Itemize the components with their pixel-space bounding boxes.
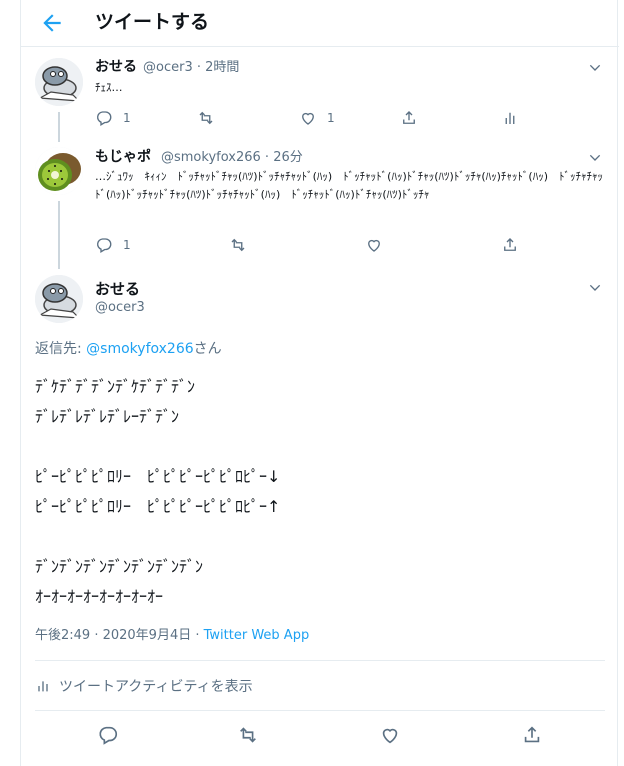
timestamp-text[interactable]: 午後2:49 · 2020年9月4日 · — [35, 628, 204, 643]
main-tweet-line: ﾋﾟｰﾋﾟﾋﾟﾋﾟﾛﾘｰ ﾋﾟﾋﾟﾋﾟｰﾋﾟﾋﾟﾛﾋﾟｰ↓ — [35, 467, 281, 486]
tweet-activity-link[interactable]: ツイートアクティビティを表示 — [35, 676, 253, 696]
retweet-icon — [199, 111, 213, 125]
back-arrow-icon[interactable] — [39, 10, 65, 36]
reply-icon — [97, 111, 112, 126]
main-tweet-line: ﾋﾟｰﾋﾟﾋﾟﾋﾟﾛﾘｰ ﾋﾟﾋﾟﾋﾟｰﾋﾟﾋﾟﾛﾋﾟｰ↑ — [35, 497, 281, 516]
avatar[interactable] — [35, 58, 83, 106]
reply-button[interactable]: 1 — [95, 235, 131, 255]
share-icon — [524, 726, 540, 743]
retweet-button[interactable] — [237, 725, 259, 745]
tweet-time[interactable]: 26分 — [273, 150, 303, 165]
like-button[interactable] — [379, 725, 401, 745]
reply-to-suffix: さん — [193, 341, 222, 357]
reply-icon — [99, 726, 118, 745]
main-tweet-line: ﾃﾞｹﾃﾞﾃﾞﾃﾞﾝﾃﾞｹﾃﾞﾃﾞﾃﾞﾝ — [35, 377, 196, 396]
reply-count: 1 — [123, 238, 131, 252]
main-tweet-line: ﾃﾞﾚﾃﾞﾚﾃﾞﾚﾃﾞﾚｰﾃﾞﾃﾞﾝ — [35, 407, 180, 426]
handle[interactable]: @ocer3 — [143, 60, 193, 75]
heart-icon — [368, 239, 380, 252]
thread-line — [58, 112, 60, 142]
share-button[interactable] — [400, 108, 418, 128]
reply-to-label: 返信先: — [35, 341, 87, 357]
retweet-button[interactable] — [197, 108, 215, 128]
tweet-text: ﾁｪｽ… — [95, 81, 123, 94]
main-tweet-line: ｵｰｵｰｵｰｵｰｵｰｵｰｵｰｵｰ — [35, 587, 164, 606]
like-button[interactable] — [365, 235, 383, 255]
analytics-icon — [38, 681, 48, 692]
reply-to-line: 返信先: @smokyfox266さん — [35, 340, 222, 358]
timeline-column: ツイートする おせる @ocer3 · 2時間 ﾁｪｽ… 1 1 もじゃポ @s… — [20, 0, 619, 766]
thread-line — [58, 201, 60, 269]
share-icon — [504, 238, 516, 251]
heart-icon — [382, 728, 398, 744]
tweet-meta: @smokyfox266 · 26分 — [161, 150, 303, 165]
like-count: 1 — [327, 111, 335, 125]
share-button[interactable] — [521, 725, 543, 745]
share-icon — [403, 111, 415, 124]
chevron-down-icon[interactable] — [587, 150, 603, 166]
main-tweet-line: ﾃﾞﾝﾃﾞﾝﾃﾞﾝﾃﾞﾝﾃﾞﾝﾃﾞﾝﾃﾞﾝ — [35, 557, 204, 576]
handle[interactable]: @smokyfox266 — [161, 150, 261, 165]
kiwi-avatar-icon — [35, 147, 83, 195]
divider — [35, 710, 605, 711]
page-title: ツイートする — [95, 11, 210, 33]
avatar[interactable] — [35, 147, 83, 195]
analytics-icon — [505, 112, 515, 124]
retweet-icon — [231, 238, 245, 252]
divider — [35, 660, 605, 661]
handle[interactable]: @ocer3 — [95, 299, 145, 317]
tweet-time[interactable]: 2時間 — [205, 60, 239, 75]
display-name[interactable]: もじゃポ — [95, 148, 151, 166]
avatar[interactable] — [35, 275, 83, 323]
share-button[interactable] — [501, 235, 519, 255]
tweet-text: …ｼﾞｭﾜｯ ｷｨｨﾝ ﾄﾞｯﾁｬｯﾄﾞﾁｬｯ(ﾊﾂ)ﾄﾞｯﾁｬﾁｬｯﾄﾞ(ﾊｯ… — [95, 170, 603, 201]
like-button[interactable]: 1 — [299, 108, 335, 128]
tweet-activity-label: ツイートアクティビティを表示 — [59, 679, 253, 695]
display-name[interactable]: おせる — [95, 58, 137, 76]
analytics-button[interactable] — [501, 108, 519, 128]
display-name[interactable]: おせる — [95, 280, 140, 298]
retweet-icon — [240, 727, 256, 743]
reply-button[interactable] — [97, 725, 119, 745]
penguin-avatar-icon — [35, 275, 83, 323]
reply-button[interactable]: 1 — [95, 108, 131, 128]
page-header: ツイートする — [21, 0, 619, 47]
penguin-avatar-icon — [35, 58, 83, 106]
retweet-button[interactable] — [229, 235, 247, 255]
chevron-down-icon[interactable] — [587, 280, 603, 296]
reply-count: 1 — [123, 111, 131, 125]
source-link[interactable]: Twitter Web App — [204, 628, 310, 643]
reply-to-handle[interactable]: @smokyfox266 — [86, 341, 193, 357]
tweet-timestamp: 午後2:49 · 2020年9月4日 · Twitter Web App — [35, 627, 309, 645]
tweet-meta: @ocer3 · 2時間 — [143, 60, 240, 75]
reply-icon — [97, 238, 112, 253]
heart-icon — [302, 112, 314, 125]
chevron-down-icon[interactable] — [587, 60, 603, 76]
